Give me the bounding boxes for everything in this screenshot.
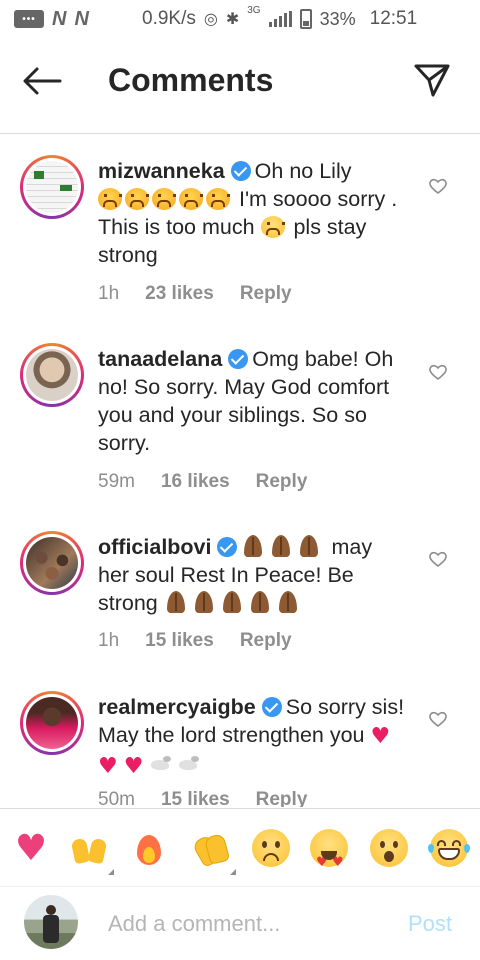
heart-emoji-icon: ♥ <box>370 724 391 749</box>
folded-hands-emoji-icon <box>248 590 272 614</box>
heart-eyes-emoji-button[interactable] <box>308 827 350 869</box>
comment-likes[interactable]: 16 likes <box>161 471 230 493</box>
comment-likes[interactable]: 23 likes <box>145 283 214 305</box>
comment-meta: 50m 15 likes Reply <box>98 789 307 807</box>
battery-icon <box>299 9 312 29</box>
comment-item: realmercyaigbe So sorry sis! May the lord… <box>0 671 480 807</box>
reply-button[interactable]: Reply <box>240 283 292 305</box>
comment-body: realmercyaigbe So sorry sis! May the lord… <box>98 693 408 781</box>
bluetooth-icon: ✱ <box>225 11 240 28</box>
grinning-tears-emoji-button[interactable] <box>428 827 470 869</box>
comment-meta: 1h 23 likes Reply <box>98 283 292 305</box>
verified-badge-icon <box>230 161 251 181</box>
comment-composer: Post <box>0 886 480 960</box>
astonished-face-icon <box>370 829 408 867</box>
dove-emoji-icon <box>177 756 201 774</box>
verified-badge-icon <box>228 349 249 369</box>
heart-emoji-icon: ♥ <box>123 754 144 779</box>
folded-hands-emoji-icon <box>241 534 265 558</box>
paper-plane-icon[interactable] <box>413 62 451 98</box>
header-bar: Comments <box>0 38 480 134</box>
folded-hands-emoji-icon <box>164 590 188 614</box>
comment-body: mizwanneka Oh no Lily I'm soooo sorry . T… <box>98 157 408 269</box>
fire-icon <box>134 829 164 867</box>
heart-eyes-face-icon <box>310 829 348 867</box>
folded-hands-emoji-icon <box>192 590 216 614</box>
signal-icon <box>268 11 292 27</box>
verified-badge-icon <box>217 537 238 557</box>
heart-emoji-icon: ♥ <box>98 754 118 779</box>
comment-likes[interactable]: 15 likes <box>145 630 214 652</box>
comment-username[interactable]: realmercyaigbe <box>98 695 256 719</box>
grinning-tears-face-icon <box>428 829 470 867</box>
folded-hands-emoji-icon <box>276 590 300 614</box>
verified-badge-icon <box>261 697 282 717</box>
comment-input[interactable] <box>108 909 388 939</box>
comment-item: officialbovi may her soul Rest In Peace!… <box>0 511 480 671</box>
page-title: Comments <box>108 62 274 98</box>
sad-face-emoji-button[interactable] <box>250 827 292 869</box>
avatar[interactable] <box>20 691 84 755</box>
raising-hands-icon <box>70 829 108 867</box>
clapping-hands-emoji-button[interactable] <box>190 827 236 875</box>
post-button[interactable]: Post <box>408 911 452 937</box>
comment-body: officialbovi may her soul Rest In Peace!… <box>98 533 408 617</box>
battery-percent: 33% <box>319 8 356 29</box>
comments-list[interactable]: mizwanneka Oh no Lily I'm soooo sorry . T… <box>0 135 480 807</box>
persevering-face-emoji-icon <box>206 188 230 210</box>
folded-hands-emoji-icon <box>269 534 293 558</box>
clock: 12:51 <box>369 8 418 29</box>
network-type: 3G <box>247 5 261 16</box>
reply-button[interactable]: Reply <box>256 789 308 807</box>
fire-emoji-button[interactable] <box>128 827 170 869</box>
comment-body: tanaadelana Omg babe! Oh no! So sorry. Ma… <box>98 345 408 457</box>
comment-meta: 59m 16 likes Reply <box>98 471 307 493</box>
persevering-face-emoji-icon <box>152 188 176 210</box>
notification-box-icon: ••• <box>14 10 44 28</box>
comment-item: tanaadelana Omg babe! Oh no! So sorry. Ma… <box>0 323 480 511</box>
sad-face-icon <box>252 829 290 867</box>
status-bar: ••• N N 0.9K/s ◎ ✱ 3G 33% 12:51 <box>0 0 480 38</box>
reply-button[interactable]: Reply <box>240 630 292 652</box>
comment-likes[interactable]: 15 likes <box>161 789 230 807</box>
persevering-face-emoji-icon <box>179 188 203 210</box>
astonished-emoji-button[interactable] <box>368 827 410 869</box>
n-app-icon: N <box>52 7 67 30</box>
avatar[interactable] <box>20 531 84 595</box>
comment-item: mizwanneka Oh no Lily I'm soooo sorry . T… <box>0 135 480 323</box>
avatar[interactable] <box>20 155 84 219</box>
comment-time: 50m <box>98 789 135 807</box>
reply-button[interactable]: Reply <box>256 471 308 493</box>
comment-text: Oh no Lily <box>254 159 352 183</box>
emoji-quick-bar: ♥ <box>0 808 480 886</box>
comment-time: 59m <box>98 471 135 492</box>
persevering-face-emoji-icon <box>125 188 149 210</box>
comment-username[interactable]: mizwanneka <box>98 159 225 183</box>
avatar[interactable] <box>20 343 84 407</box>
folded-hands-emoji-icon <box>220 590 244 614</box>
like-heart-icon[interactable] <box>428 177 448 195</box>
clapping-hands-icon <box>192 829 230 867</box>
like-heart-icon[interactable] <box>428 710 448 728</box>
like-heart-icon[interactable] <box>428 363 448 381</box>
heart-emoji-button[interactable]: ♥ <box>10 827 52 869</box>
sad-face-emoji-icon <box>260 216 285 238</box>
comment-username[interactable]: tanaadelana <box>98 347 222 371</box>
dove-emoji-icon <box>149 756 173 774</box>
persevering-face-emoji-icon <box>98 188 122 210</box>
like-heart-icon[interactable] <box>428 550 448 568</box>
arrow-left-icon[interactable] <box>22 66 62 96</box>
folded-hands-emoji-icon <box>297 534 321 558</box>
comment-time: 1h <box>98 630 120 651</box>
network-speed: 0.9K/s <box>142 8 196 29</box>
comment-meta: 1h 15 likes Reply <box>98 630 292 652</box>
raising-hands-emoji-button[interactable] <box>68 827 114 875</box>
avatar <box>24 895 78 949</box>
comment-time: 1h <box>98 283 120 304</box>
comment-username[interactable]: officialbovi <box>98 535 211 559</box>
hotspot-icon: ◎ <box>203 11 218 28</box>
n-app-icon: N <box>74 7 89 30</box>
